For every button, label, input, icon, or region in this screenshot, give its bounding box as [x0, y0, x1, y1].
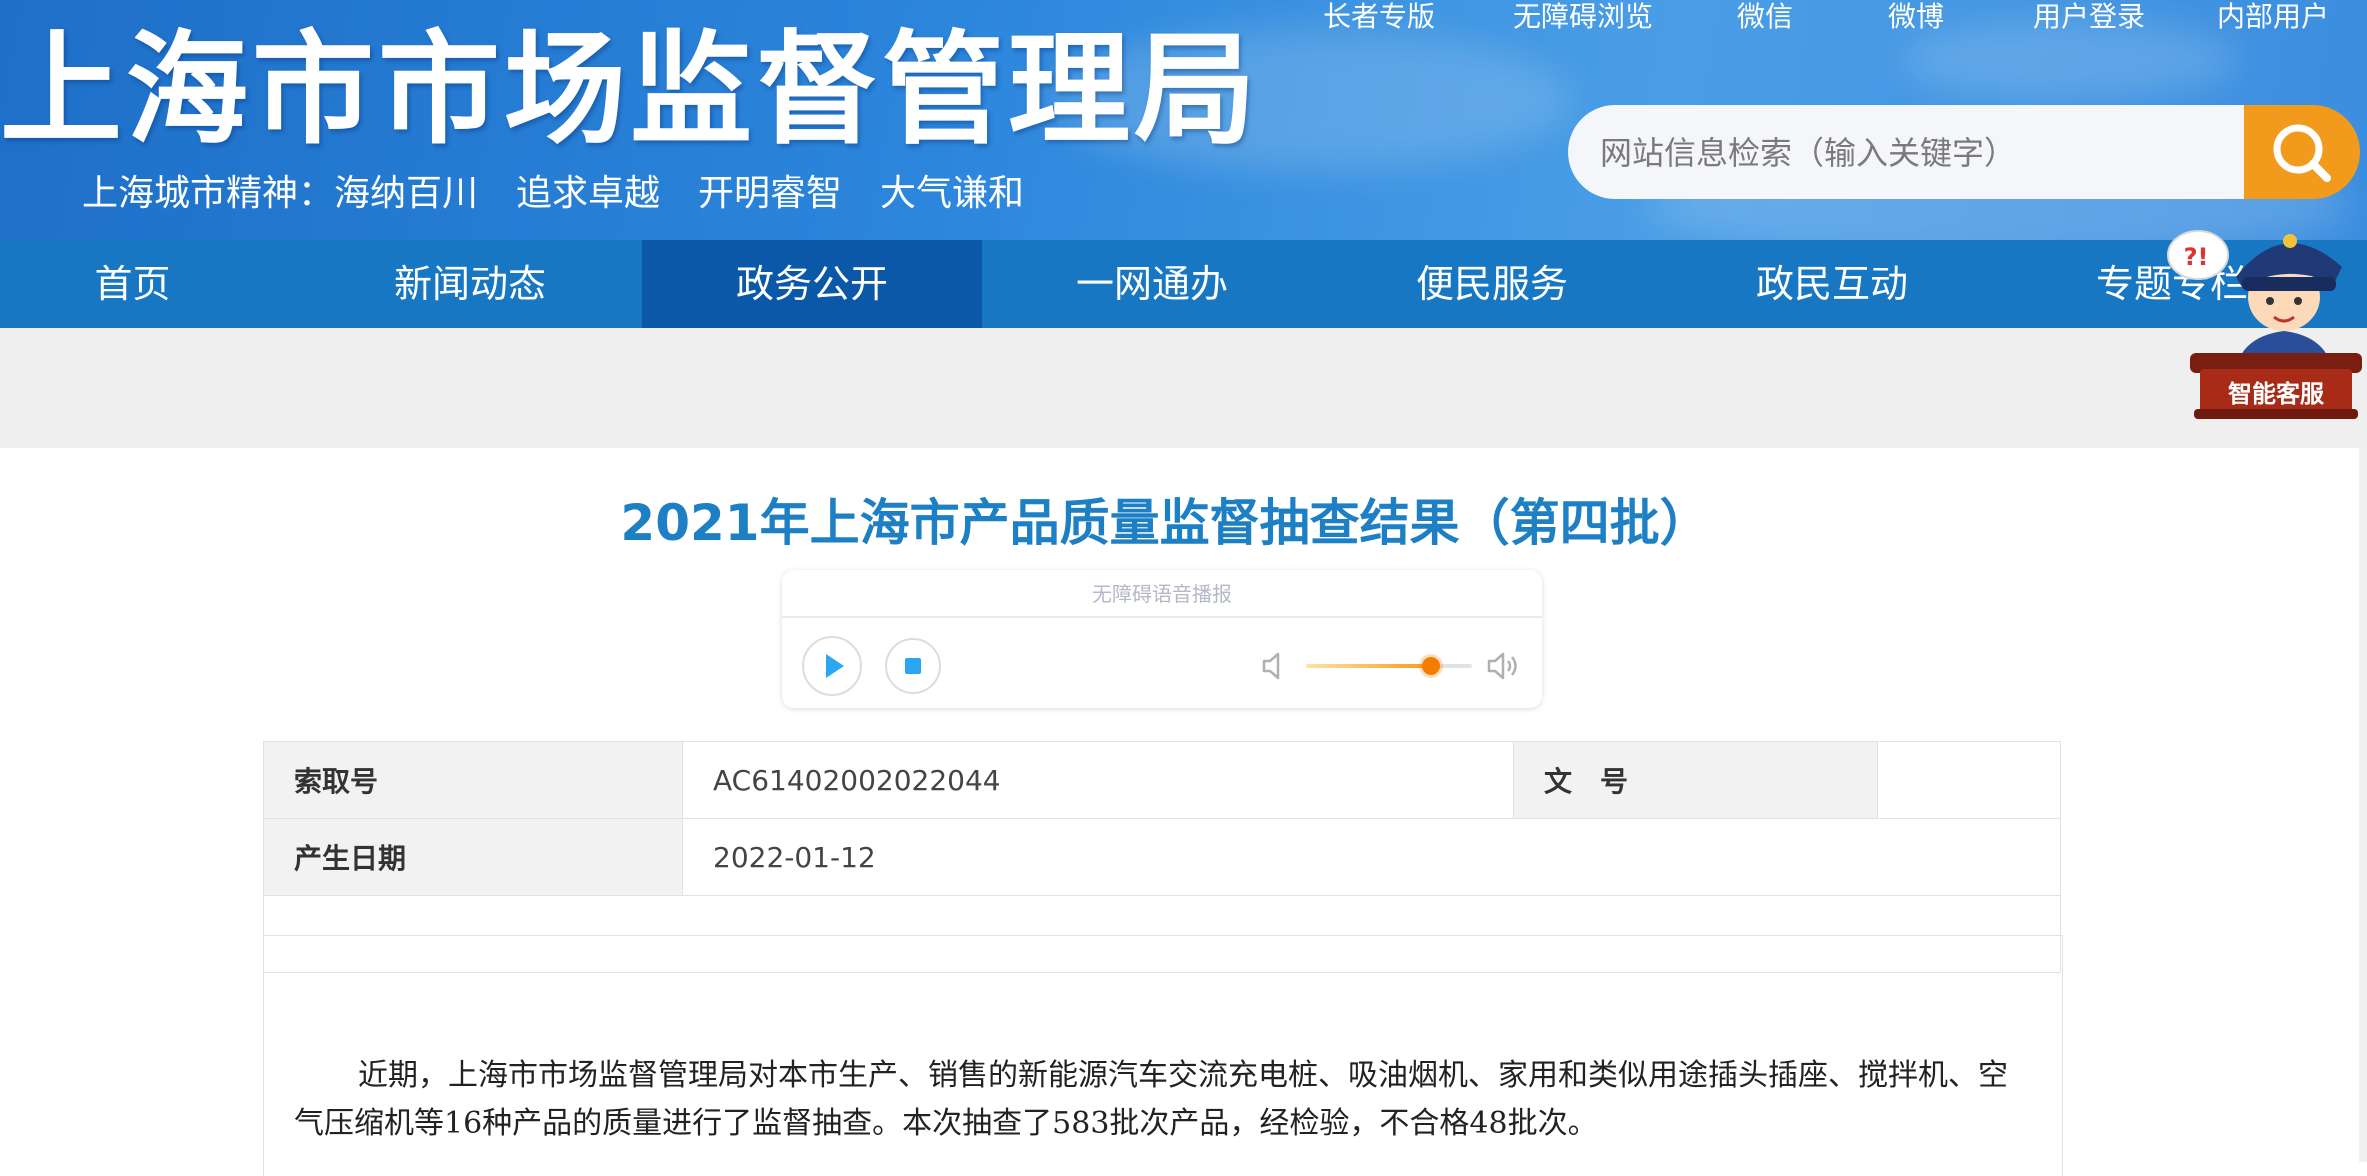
audio-player-label: 无障碍语音播报 — [1092, 582, 1232, 606]
toplink-wechat[interactable]: 微信 — [1737, 0, 1793, 34]
main-nav: 首页 新闻动态 政务公开 一网通办 便民服务 政民互动 专题专栏 — [0, 240, 2367, 328]
toplink-login[interactable]: 用户登录 — [2033, 0, 2145, 34]
toplink-weibo[interactable]: 微博 — [1888, 0, 1944, 34]
search-icon — [2273, 124, 2331, 182]
site-motto: 上海城市精神：海纳百川 追求卓越 开明睿智 大气谦和 — [82, 172, 1062, 216]
toplink-elder[interactable]: 长者专版 — [1323, 0, 1435, 34]
motto-part: 追求卓越 — [516, 173, 661, 214]
search-box — [1568, 105, 2244, 201]
toplink-accessibility[interactable]: 无障碍浏览 — [1513, 0, 1653, 34]
motto-part: 上海城市精神：海纳百川 — [82, 173, 479, 214]
nav-news[interactable]: 新闻动态 — [300, 240, 640, 328]
assistant-bubble-text: ?! — [2184, 243, 2209, 271]
nav-gov-info[interactable]: 政务公开 — [642, 240, 982, 328]
article-body-paragraph: 近期，上海市市场监督管理局对本市生产、销售的新能源汽车交流充电桩、吸油烟机、家用… — [294, 1058, 2008, 1141]
volume-low-icon[interactable] — [1260, 650, 1290, 682]
meta-index-label: 索取号 — [263, 741, 683, 819]
table-row: 索取号 AC61402002022044 文 号 — [263, 741, 2061, 819]
meta-index-value: AC61402002022044 — [682, 741, 1514, 819]
search-input[interactable] — [1598, 105, 2242, 201]
banner-band — [0, 328, 2367, 448]
site-title[interactable]: 上海市市场监督管理局 — [0, 20, 1260, 160]
page-scrollbar[interactable] — [2359, 448, 2367, 1162]
nav-interaction[interactable]: 政民互动 — [1662, 240, 2002, 328]
meta-date-label: 产生日期 — [263, 818, 683, 896]
motto-part: 开明睿智 — [698, 173, 843, 214]
table-row: 产生日期 2022-01-12 — [263, 818, 2061, 896]
assistant-robot-icon: 智能客服 ?! — [2167, 230, 2362, 419]
play-button[interactable] — [802, 636, 862, 696]
meta-docno-value — [1877, 741, 2061, 819]
stop-button[interactable] — [885, 638, 941, 694]
nav-online-service[interactable]: 一网通办 — [982, 240, 1322, 328]
volume-slider[interactable] — [1306, 657, 1472, 675]
stop-icon — [905, 658, 921, 674]
toplink-internal[interactable]: 内部用户 — [2217, 0, 2329, 34]
nav-home[interactable]: 首页 — [0, 240, 265, 328]
volume-high-icon[interactable] — [1486, 650, 1522, 682]
meta-docno-label: 文 号 — [1513, 741, 1878, 819]
article-title: 2021年上海市产品质量监督抽查结果（第四批） — [620, 494, 1710, 552]
assistant-label: 智能客服 — [2228, 380, 2325, 408]
audio-player: 无障碍语音播报 — [782, 570, 1542, 708]
volume-slider-fill — [1306, 664, 1431, 668]
search-button[interactable] — [2244, 105, 2360, 199]
audio-progress-track[interactable] — [782, 616, 1542, 618]
nav-public-service[interactable]: 便民服务 — [1322, 240, 1662, 328]
motto-part: 大气谦和 — [880, 173, 1025, 214]
smart-assistant-button[interactable]: 智能客服 ?! — [2166, 205, 2366, 425]
volume-slider-handle[interactable] — [1421, 657, 1440, 675]
play-icon — [826, 654, 844, 678]
meta-date-value: 2022-01-12 — [682, 818, 2061, 896]
